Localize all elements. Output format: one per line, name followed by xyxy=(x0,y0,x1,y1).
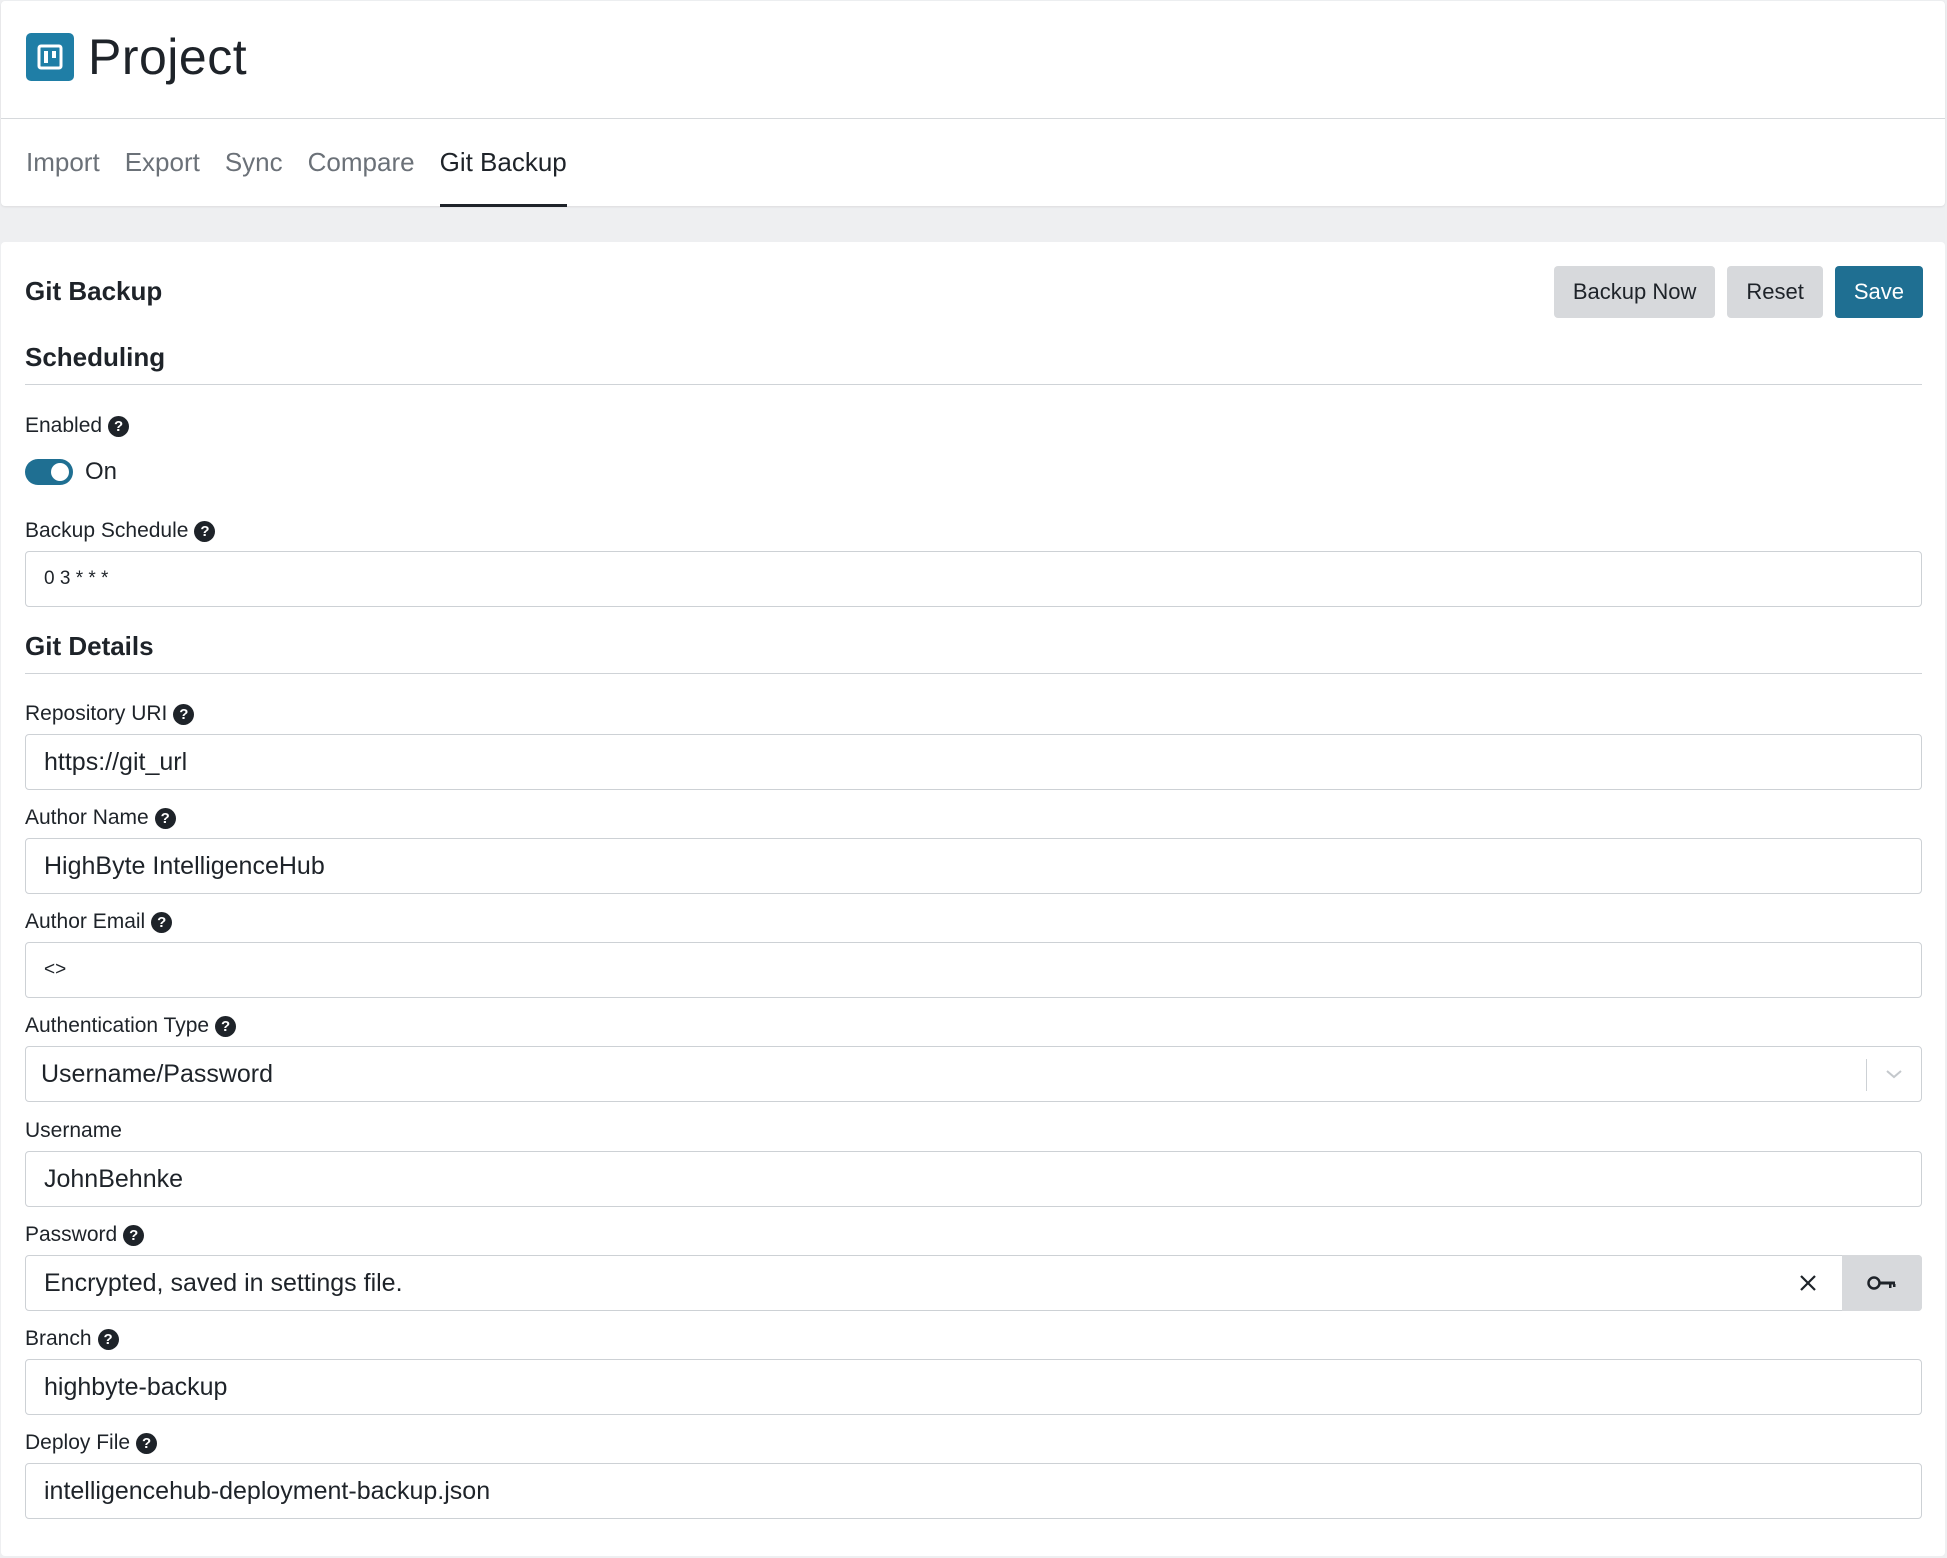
password-label: Password ? xyxy=(25,1223,145,1247)
tab-import[interactable]: Import xyxy=(26,141,100,207)
deploy-file-input[interactable]: intelligencehub-deployment-backup.json xyxy=(25,1463,1922,1519)
author-email-input[interactable]: <> xyxy=(25,942,1922,998)
authentication-type-select[interactable]: Username/Password xyxy=(25,1046,1922,1102)
help-icon[interactable]: ? xyxy=(108,415,130,437)
username-label: Username xyxy=(25,1119,122,1143)
scheduling-section-title: Scheduling xyxy=(25,342,166,372)
author-email-label: Author Email ? xyxy=(25,910,173,934)
help-icon[interactable]: ? xyxy=(215,1015,237,1037)
branch-label: Branch ? xyxy=(25,1327,119,1351)
project-header: Project Import Export Sync Compare Git B… xyxy=(1,1,1945,207)
help-icon[interactable]: ? xyxy=(97,1328,119,1350)
close-icon[interactable] xyxy=(1795,1270,1821,1296)
tab-bar: Import Export Sync Compare Git Backup xyxy=(26,141,592,207)
select-divider xyxy=(1866,1059,1867,1091)
reset-button[interactable]: Reset xyxy=(1727,266,1823,318)
repository-uri-label-text: Repository URI xyxy=(25,702,168,725)
deploy-file-label-text: Deploy File xyxy=(25,1431,131,1454)
project-board-icon xyxy=(26,32,74,81)
username-label-text: Username xyxy=(25,1119,122,1142)
tab-compare[interactable]: Compare xyxy=(308,141,415,207)
git-backup-card: Git Backup Backup Now Reset Save Schedul… xyxy=(1,242,1945,1556)
branch-label-text: Branch xyxy=(25,1327,92,1350)
repository-uri-input[interactable]: https://git_url xyxy=(25,734,1922,790)
author-name-label: Author Name ? xyxy=(25,806,176,830)
deploy-file-label: Deploy File ? xyxy=(25,1431,158,1455)
enabled-label: Enabled ? xyxy=(25,414,130,438)
action-buttons: Backup Now Reset Save xyxy=(1553,266,1923,318)
scheduling-divider xyxy=(25,384,1922,385)
enabled-toggle[interactable] xyxy=(25,459,73,485)
enabled-toggle-row: On xyxy=(25,458,117,486)
password-value: Encrypted, saved in settings file. xyxy=(44,1268,403,1297)
author-name-label-text: Author Name xyxy=(25,806,149,829)
authentication-type-label-text: Authentication Type xyxy=(25,1014,210,1037)
help-icon[interactable]: ? xyxy=(194,520,216,542)
backup-schedule-input[interactable]: 0 3 * * * xyxy=(25,551,1922,607)
tab-sync[interactable]: Sync xyxy=(225,141,283,207)
authentication-type-value: Username/Password xyxy=(41,1059,274,1088)
save-button[interactable]: Save xyxy=(1834,266,1923,318)
toggle-knob xyxy=(51,463,69,481)
git-details-divider xyxy=(25,673,1922,674)
enabled-label-text: Enabled xyxy=(25,414,103,437)
author-email-label-text: Author Email xyxy=(25,910,146,933)
author-name-input[interactable]: HighByte IntelligenceHub xyxy=(25,838,1922,894)
header-divider xyxy=(1,118,1945,119)
help-icon[interactable]: ? xyxy=(123,1224,145,1246)
tab-export[interactable]: Export xyxy=(125,141,200,207)
help-icon[interactable]: ? xyxy=(173,703,195,725)
authentication-type-label: Authentication Type ? xyxy=(25,1014,237,1038)
chevron-down-icon[interactable] xyxy=(1881,1061,1907,1087)
tab-git-backup[interactable]: Git Backup xyxy=(439,141,567,207)
repository-uri-label: Repository URI ? xyxy=(25,702,195,726)
branch-input[interactable]: highbyte-backup xyxy=(25,1359,1922,1415)
key-icon[interactable] xyxy=(1842,1255,1922,1311)
page-title: Project xyxy=(88,28,248,85)
title-row: Project xyxy=(26,28,248,85)
backup-schedule-label-text: Backup Schedule xyxy=(25,519,189,542)
git-details-section-title: Git Details xyxy=(25,631,154,661)
password-label-text: Password xyxy=(25,1223,118,1246)
enabled-state-label: On xyxy=(85,458,118,485)
help-icon[interactable]: ? xyxy=(151,911,173,933)
backup-schedule-label: Backup Schedule ? xyxy=(25,519,216,543)
card-title: Git Backup xyxy=(25,276,163,306)
username-input[interactable]: JohnBehnke xyxy=(25,1151,1922,1207)
password-input[interactable]: Encrypted, saved in settings file. xyxy=(25,1255,1922,1311)
help-icon[interactable]: ? xyxy=(136,1432,158,1454)
backup-now-button[interactable]: Backup Now xyxy=(1553,266,1716,318)
help-icon[interactable]: ? xyxy=(154,807,176,829)
